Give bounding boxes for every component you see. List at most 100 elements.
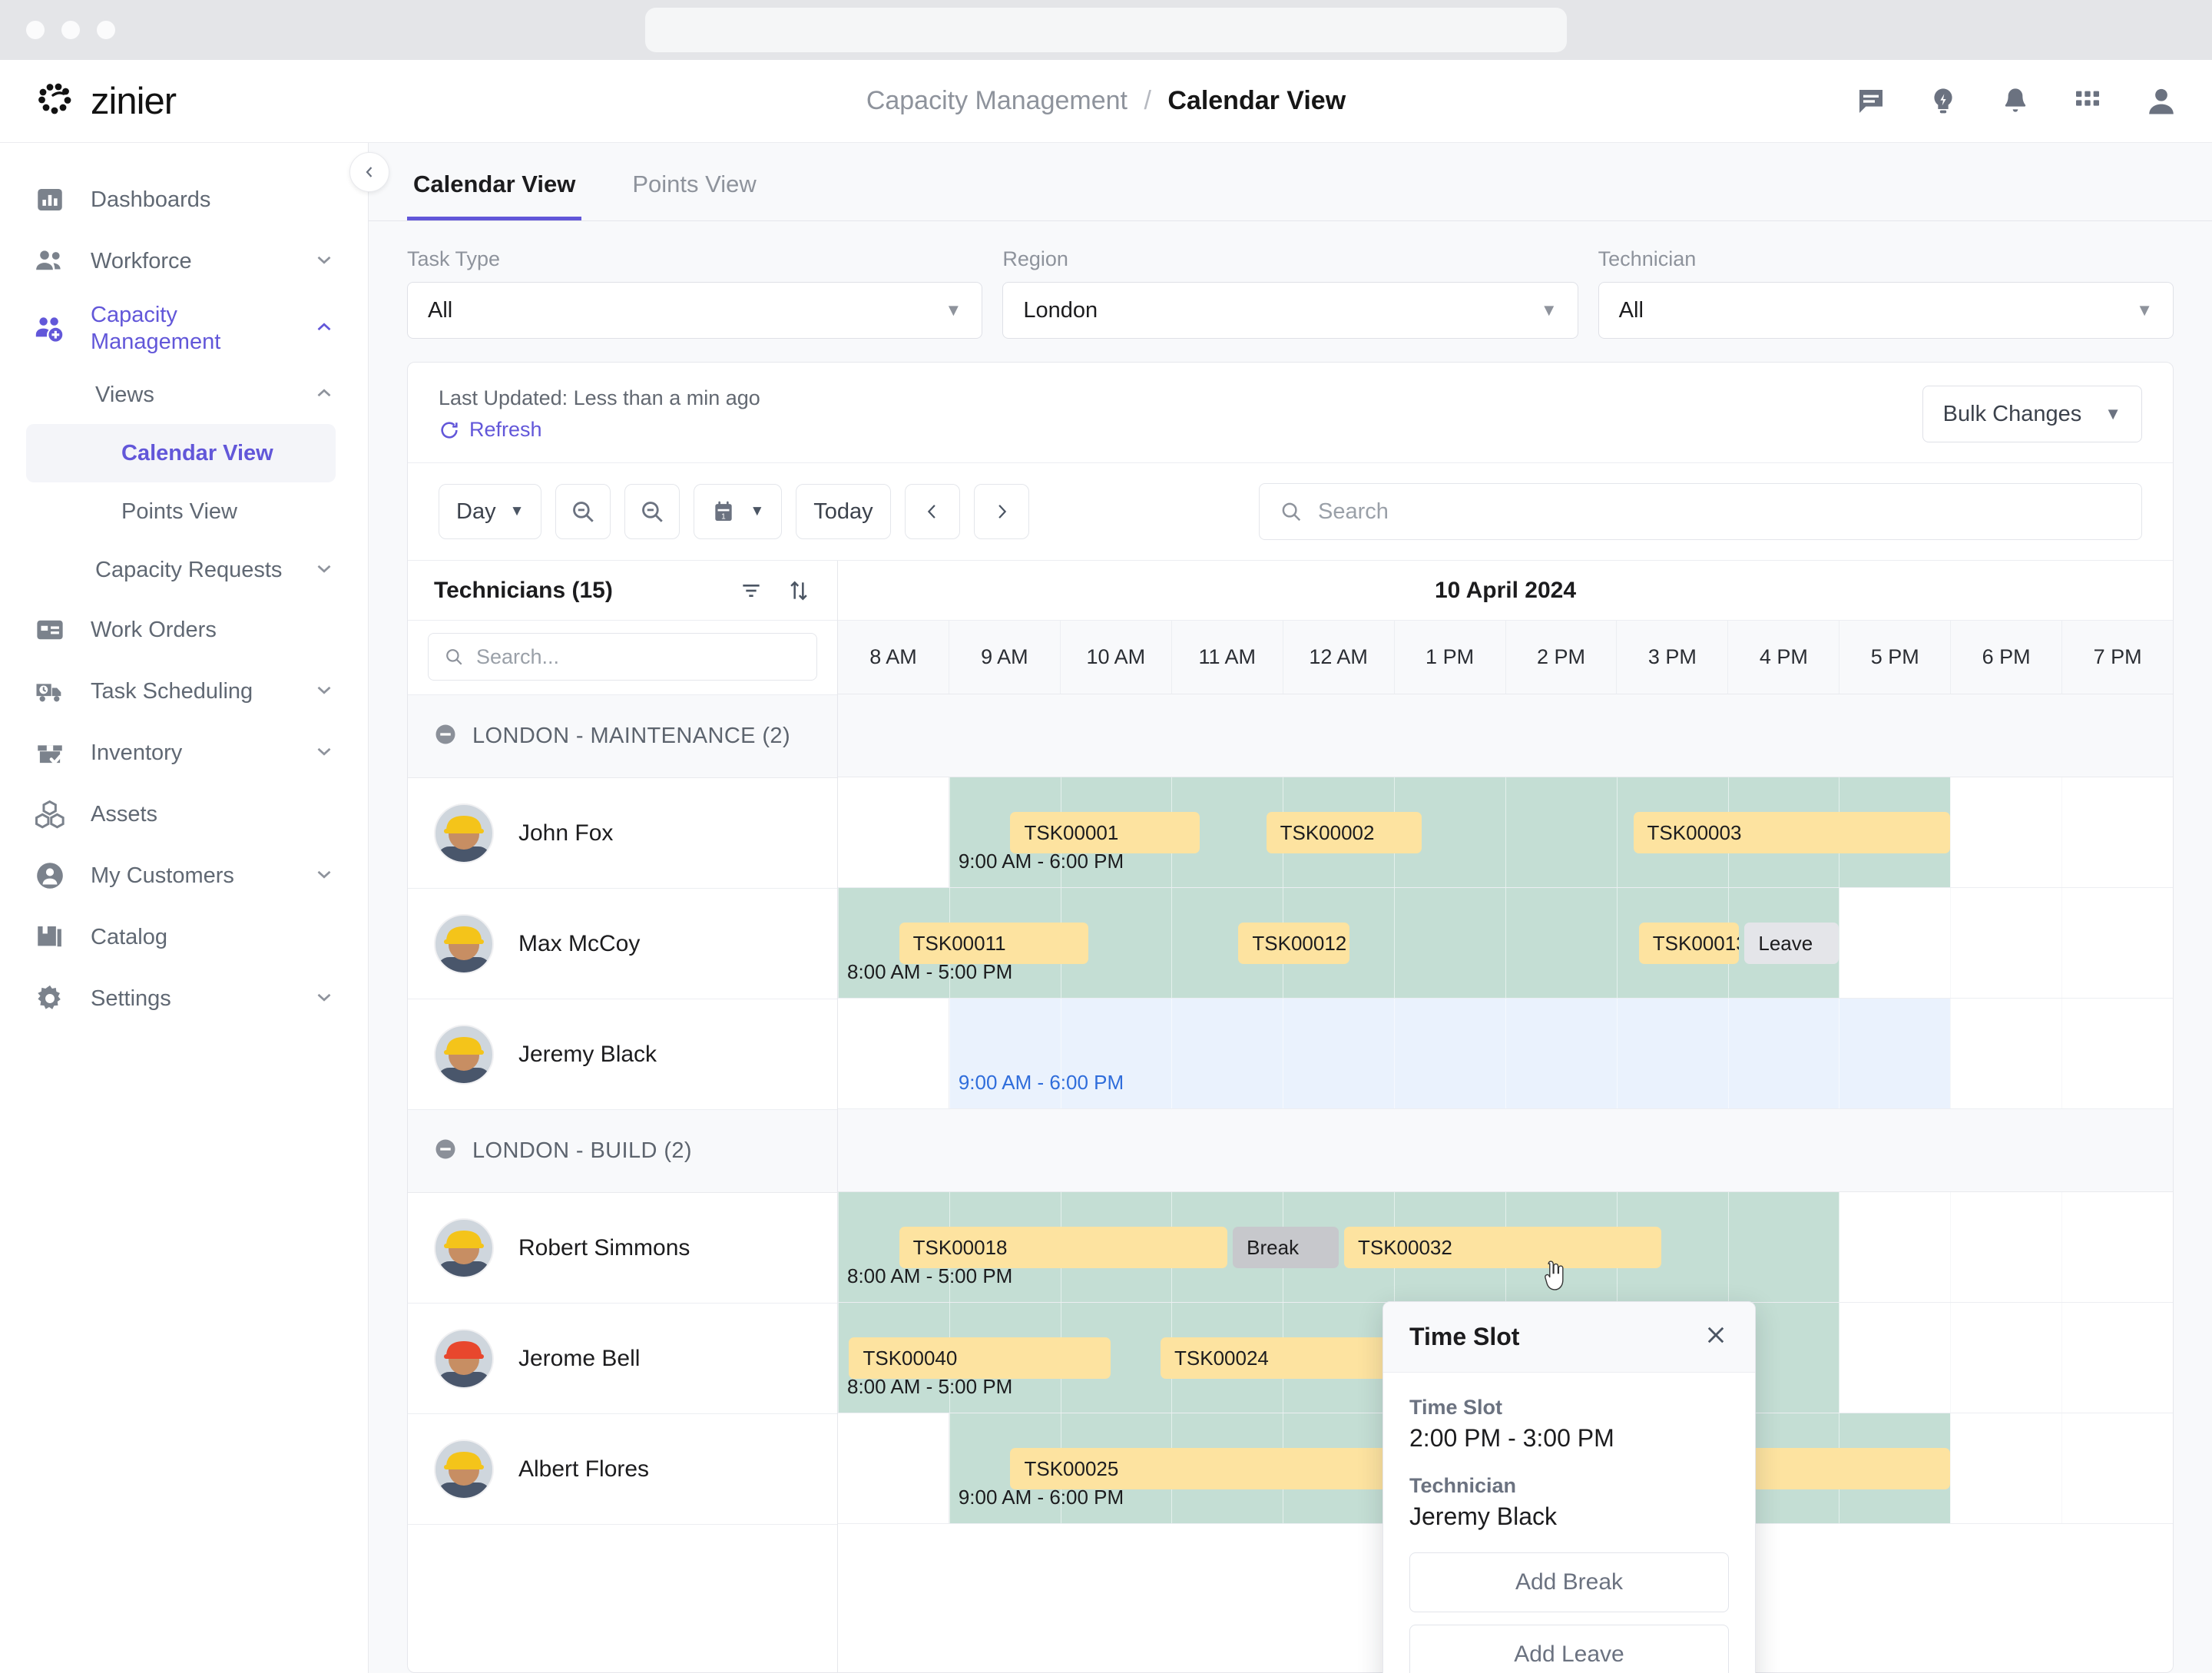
next-day-button[interactable] — [973, 484, 1029, 539]
bulk-changes-button[interactable]: Bulk Changes ▼ — [1922, 386, 2142, 442]
task-block[interactable]: TSK00013 — [1638, 923, 1740, 964]
sidebar-item-settings[interactable]: Settings — [0, 968, 368, 1029]
calendar-picker-button[interactable]: 1 ▼ — [694, 484, 783, 539]
idea-bulb-icon[interactable] — [1928, 86, 1959, 117]
timeline-slot[interactable] — [1171, 999, 1283, 1108]
timeline-slot[interactable] — [1950, 888, 2061, 998]
timeline-slot[interactable] — [1839, 1303, 1950, 1413]
task-block[interactable]: TSK00011 — [899, 923, 1088, 964]
sidebar-item-points-view[interactable]: Points View — [26, 482, 336, 541]
technician-search-input[interactable]: Search... — [428, 633, 817, 681]
window-maximize-button[interactable] — [97, 21, 115, 39]
region-select[interactable]: London ▼ — [1002, 282, 1578, 339]
timeline-slot[interactable] — [838, 777, 949, 887]
task-block[interactable]: TSK00018 — [899, 1227, 1227, 1268]
sidebar-item-catalog[interactable]: Catalog — [0, 906, 368, 968]
timeline-slot[interactable] — [1283, 999, 1394, 1108]
timeline-row[interactable]: 9:00 AM - 6:00 PM TSK00001 TSK00002 TSK0000… — [838, 777, 2173, 888]
sidebar-subsection-capacity-requests[interactable]: Capacity Requests — [0, 541, 368, 599]
minus-circle-icon[interactable] — [434, 723, 457, 750]
sidebar-item-dashboards[interactable]: Dashboards — [0, 169, 368, 230]
timeline-slot[interactable] — [838, 1413, 949, 1523]
refresh-button[interactable]: Refresh — [439, 418, 760, 442]
timeline-row[interactable]: 9:00 AM - 6:00 PM — [838, 999, 2173, 1109]
timeline-row[interactable]: 8:00 AM - 5:00 PM TSK00018 Break TSK00032 — [838, 1192, 2173, 1303]
apps-grid-icon[interactable] — [2072, 86, 2103, 117]
timeline-slot[interactable] — [2061, 777, 2173, 887]
task-block[interactable]: TSK00002 — [1266, 812, 1422, 853]
sidebar-item-calendar-view[interactable]: Calendar View — [26, 424, 336, 482]
today-button[interactable]: Today — [796, 484, 891, 539]
timeline-slot[interactable] — [1839, 999, 1950, 1108]
task-block[interactable]: TSK00032 — [1343, 1227, 1661, 1268]
sort-arrows-icon[interactable] — [786, 578, 811, 603]
tab-points-view[interactable]: Points View — [626, 143, 762, 220]
technician-row[interactable]: John Fox — [408, 778, 837, 889]
timeline-slot[interactable] — [1950, 999, 2061, 1108]
timeline-slot[interactable] — [1616, 999, 1728, 1108]
sidebar-item-my-customers[interactable]: My Customers — [0, 845, 368, 906]
add-leave-button[interactable]: Add Leave — [1409, 1625, 1729, 1673]
timeline-row[interactable]: 8:00 AM - 5:00 PM TSK00011 TSK00012 TSK0001… — [838, 888, 2173, 999]
task-block[interactable]: TSK00040 — [849, 1337, 1111, 1379]
window-minimize-button[interactable] — [61, 21, 80, 39]
timeline-slot[interactable] — [1950, 777, 2061, 887]
timeline-slot[interactable] — [1950, 1413, 2061, 1523]
technician-row[interactable]: Albert Flores — [408, 1414, 837, 1525]
tab-calendar-view[interactable]: Calendar View — [407, 143, 582, 220]
technician-group-row[interactable]: LONDON - BUILD (2) — [408, 1110, 837, 1193]
sidebar-item-task-scheduling[interactable]: Task Scheduling — [0, 661, 368, 722]
timeline-slot[interactable] — [1839, 1192, 1950, 1302]
sidebar-subsection-views[interactable]: Views — [0, 366, 368, 424]
technician-group-row[interactable]: LONDON - MAINTENANCE (2) — [408, 695, 837, 778]
break-block[interactable]: Break — [1233, 1227, 1339, 1268]
timeline-slot[interactable] — [1950, 1192, 2061, 1302]
technician-row[interactable]: Robert Simmons — [408, 1193, 837, 1304]
chat-icon[interactable] — [1856, 86, 1886, 117]
minus-circle-icon[interactable] — [434, 1138, 457, 1164]
timeline-slot[interactable] — [838, 999, 949, 1108]
close-icon[interactable] — [1703, 1322, 1729, 1352]
sidebar-item-assets[interactable]: Assets — [0, 783, 368, 845]
timeline-slot[interactable] — [1505, 777, 1617, 887]
timeline-slot[interactable] — [2061, 1192, 2173, 1302]
timeline-slot[interactable] — [1950, 1303, 2061, 1413]
timeline-slot[interactable] — [1839, 888, 1950, 998]
timeline-slot[interactable] — [2061, 1413, 2173, 1523]
timeline-slot[interactable] — [1727, 999, 1839, 1108]
previous-day-button[interactable] — [904, 484, 960, 539]
calendar-search-input[interactable]: Search — [1259, 483, 2142, 540]
sidebar-item-capacity-management[interactable]: Capacity Management — [0, 292, 368, 366]
brand-logo[interactable]: zinier — [34, 80, 177, 123]
timeline-slot[interactable] — [2061, 1303, 2173, 1413]
add-break-button[interactable]: Add Break — [1409, 1552, 1729, 1612]
user-avatar-icon[interactable] — [2144, 84, 2178, 118]
task-type-select[interactable]: All ▼ — [407, 282, 983, 339]
technician-select[interactable]: All ▼ — [1598, 282, 2174, 339]
sidebar-item-workforce[interactable]: Workforce — [0, 230, 368, 292]
task-block[interactable]: TSK00001 — [1010, 812, 1200, 853]
timeline-slot[interactable] — [2061, 999, 2173, 1108]
task-block[interactable]: TSK00012 — [1238, 923, 1350, 964]
zoom-in-button[interactable] — [624, 484, 680, 539]
sidebar-item-inventory[interactable]: Inventory — [0, 722, 368, 783]
technician-row[interactable]: Max McCoy — [408, 889, 837, 999]
timeline-slot[interactable] — [1394, 999, 1505, 1108]
task-block[interactable]: TSK00003 — [1633, 812, 1951, 853]
window-close-button[interactable] — [26, 21, 45, 39]
sidebar-collapse-button[interactable] — [349, 152, 389, 192]
technician-row[interactable]: Jerome Bell — [408, 1304, 837, 1414]
timeline-slot[interactable] — [1727, 1192, 1839, 1302]
sidebar-item-work-orders[interactable]: Work Orders — [0, 599, 368, 661]
bell-icon[interactable] — [2000, 86, 2031, 117]
leave-block[interactable]: Leave — [1744, 923, 1839, 964]
timeline-slot[interactable] — [1394, 888, 1505, 998]
zoom-out-button[interactable] — [555, 484, 611, 539]
technician-row[interactable]: Jeremy Black — [408, 999, 837, 1110]
timeline-slot[interactable] — [1505, 999, 1617, 1108]
timeline-slot[interactable] — [2061, 888, 2173, 998]
view-mode-select[interactable]: Day ▼ — [439, 484, 542, 539]
browser-url-bar[interactable] — [645, 8, 1567, 52]
breadcrumb-parent[interactable]: Capacity Management — [866, 86, 1128, 115]
filter-icon[interactable] — [739, 578, 763, 603]
